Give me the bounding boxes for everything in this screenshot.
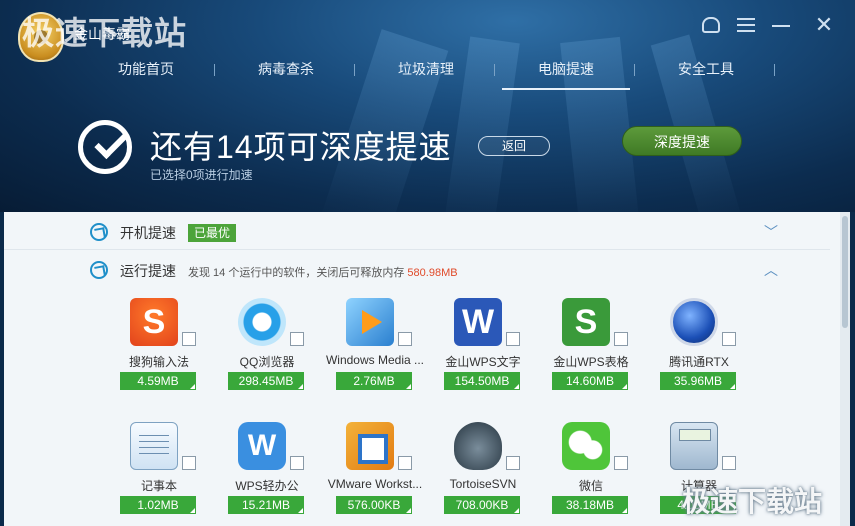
app-name: 金山WPS表格 [553, 355, 629, 369]
app-checkbox[interactable] [506, 456, 520, 470]
app-item[interactable]: TortoiseSVN 708.00KB [438, 418, 528, 526]
rtx-icon [670, 298, 718, 346]
qq-browser-icon [238, 298, 286, 346]
app-name: VMware Workst... [327, 477, 423, 491]
app-name: 腾讯通RTX [669, 355, 729, 369]
app-name: WPS轻办公 [235, 479, 299, 493]
releasable-memory: 580.98MB [407, 267, 458, 279]
running-desc: 发现 14 个运行中的软件，关闭后可释放内存 580.98MB [188, 264, 458, 280]
app-checkbox[interactable] [614, 456, 628, 470]
skin-button[interactable] [700, 14, 722, 36]
app-name: 记事本 [140, 479, 177, 493]
app-item[interactable]: VMware Workst... 576.00KB [328, 418, 422, 526]
nav-divider [774, 64, 775, 76]
tortoisesvn-icon [454, 422, 502, 470]
close-button[interactable]: ✕ [813, 14, 835, 36]
app-checkbox[interactable] [722, 456, 736, 470]
boot-speedup-row[interactable]: 开机提速 已最优 ﹀ [4, 212, 830, 250]
wechat-icon [562, 422, 610, 470]
nav-divider [214, 64, 215, 76]
scroll-thumb[interactable] [842, 216, 848, 328]
tab-junk-clean[interactable]: 垃圾清理 [362, 54, 490, 90]
rocket-icon [90, 223, 108, 241]
app-memory: 2.76MB [336, 372, 412, 390]
app-memory: 4.59MB [120, 372, 196, 390]
windows-media-icon [346, 298, 394, 346]
chevron-down-icon[interactable]: ﹀ [764, 222, 778, 242]
app-checkbox[interactable] [290, 456, 304, 470]
deep-speedup-button[interactable]: 深度提速 [622, 126, 742, 156]
app-item[interactable]: W 金山WPS文字 154.50MB [438, 294, 528, 406]
close-icon: ✕ [814, 12, 834, 37]
app-name: TortoiseSVN [449, 477, 517, 491]
speedup-panel: 开机提速 已最优 ﹀ 运行提速 发现 14 个运行中的软件，关闭后可释放内存 5… [4, 212, 850, 526]
menu-button[interactable] [735, 14, 757, 36]
app-checkbox[interactable] [506, 332, 520, 346]
app-memory: 298.45MB [228, 372, 304, 390]
app-item[interactable]: Windows Media ... 2.76MB [326, 294, 424, 406]
tab-security-tools[interactable]: 安全工具 [642, 54, 770, 90]
app-item[interactable]: S 金山WPS表格 14.60MB [546, 294, 636, 406]
app-item[interactable]: S 搜狗输入法 4.59MB [114, 294, 204, 406]
gauge-icon [90, 261, 108, 279]
app-name: 微信 [578, 479, 603, 493]
app-item[interactable]: W WPS轻办公 15.21MB [222, 418, 312, 526]
app-memory: 576.00KB [336, 496, 412, 514]
nav-divider [634, 64, 635, 76]
status-badge: 已最优 [188, 224, 237, 242]
boot-speedup-label: 开机提速 [120, 225, 176, 241]
app-checkbox[interactable] [398, 332, 412, 346]
wps-light-icon: W [238, 422, 286, 470]
tab-virus-scan[interactable]: 病毒查杀 [222, 54, 350, 90]
app-memory: 35.96MB [660, 372, 736, 390]
tab-speedup[interactable]: 电脑提速 [502, 54, 630, 90]
app-item[interactable]: 腾讯通RTX 35.96MB [654, 294, 744, 406]
app-memory: 1.02MB [120, 496, 196, 514]
page-title: 还有14项可深度提速 [150, 129, 452, 165]
app-checkbox[interactable] [290, 332, 304, 346]
app-name: Windows Media ... [325, 353, 425, 367]
header-banner: 金山毒霸 极速下载站 ✕ 功能首页 病毒查杀 垃圾清理 电脑提速 安全工具 还有… [0, 0, 855, 212]
page-subtitle: 已选择0项进行加速 [150, 168, 253, 182]
app-checkbox[interactable] [182, 332, 196, 346]
running-desc-text: 发现 14 个运行中的软件，关闭后可释放内存 [188, 267, 405, 279]
nav-divider [354, 64, 355, 76]
chevron-up-icon[interactable]: ︿ [764, 260, 778, 280]
app-memory: 14.60MB [552, 372, 628, 390]
app-checkbox[interactable] [722, 332, 736, 346]
app-name: 金山WPS文字 [445, 355, 521, 369]
notepad-icon [130, 422, 178, 470]
app-name: 搜狗输入法 [128, 355, 189, 369]
back-button[interactable]: 返回 [478, 136, 550, 156]
main-nav: 功能首页 病毒查杀 垃圾清理 电脑提速 安全工具 [0, 54, 855, 90]
app-memory: 38.18MB [552, 496, 628, 514]
menu-icon [737, 18, 755, 32]
app-name: QQ浏览器 [239, 355, 295, 369]
app-item[interactable]: QQ浏览器 298.45MB [222, 294, 312, 406]
nav-divider [494, 64, 495, 76]
running-speedup-row[interactable]: 运行提速 发现 14 个运行中的软件，关闭后可释放内存 580.98MB ︿ [4, 250, 830, 288]
minimize-button[interactable] [770, 14, 792, 36]
tab-home[interactable]: 功能首页 [82, 54, 210, 90]
skin-icon [702, 17, 720, 33]
calculator-icon [670, 422, 718, 470]
running-speedup-label: 运行提速 [120, 263, 176, 279]
app-memory: 15.21MB [228, 496, 304, 514]
watermark-top: 极速下载站 [22, 15, 188, 51]
watermark-bottom: 极速下载站 [682, 486, 823, 517]
app-memory: 154.50MB [444, 372, 520, 390]
app-checkbox[interactable] [182, 456, 196, 470]
app-checkbox[interactable] [398, 456, 412, 470]
app-item[interactable]: 微信 38.18MB [546, 418, 636, 526]
check-circle-icon [78, 120, 132, 174]
wps-spreadsheet-icon: S [562, 298, 610, 346]
minimize-icon [772, 25, 790, 27]
vmware-icon [346, 422, 394, 470]
wps-writer-icon: W [454, 298, 502, 346]
sogou-icon: S [130, 298, 178, 346]
app-checkbox[interactable] [614, 332, 628, 346]
app-memory: 708.00KB [444, 496, 520, 514]
app-item[interactable]: 记事本 1.02MB [114, 418, 204, 526]
vertical-scrollbar[interactable] [840, 212, 850, 526]
